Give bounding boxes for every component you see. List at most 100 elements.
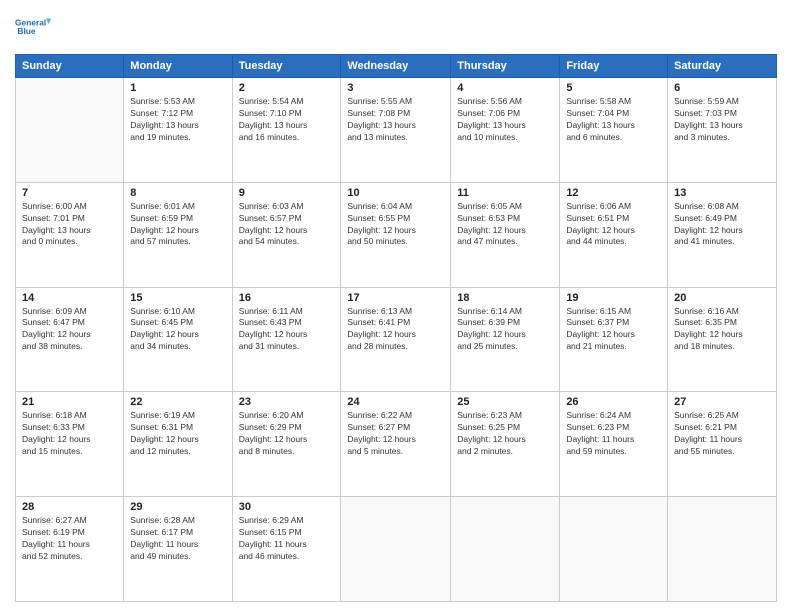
day-number: 18 [457, 292, 553, 304]
day-detail: Sunrise: 5:54 AMSunset: 7:10 PMDaylight:… [239, 96, 335, 144]
day-number: 22 [130, 396, 225, 408]
day-number: 9 [239, 187, 335, 199]
calendar-cell: 18 Sunrise: 6:14 AMSunset: 6:39 PMDayligh… [451, 287, 560, 392]
calendar-cell [668, 497, 777, 602]
calendar-cell: 8 Sunrise: 6:01 AMSunset: 6:59 PMDaylight… [124, 182, 232, 287]
calendar-cell [560, 497, 668, 602]
day-number: 6 [674, 82, 770, 94]
calendar-cell: 6 Sunrise: 5:59 AMSunset: 7:03 PMDaylight… [668, 78, 777, 183]
calendar-cell: 28 Sunrise: 6:27 AMSunset: 6:19 PMDayligh… [16, 497, 124, 602]
day-detail: Sunrise: 6:19 AMSunset: 6:31 PMDaylight:… [130, 410, 225, 458]
calendar-day-header: Monday [124, 55, 232, 78]
day-number: 12 [566, 187, 661, 199]
day-detail: Sunrise: 6:29 AMSunset: 6:15 PMDaylight:… [239, 515, 335, 563]
calendar-day-header: Saturday [668, 55, 777, 78]
day-number: 10 [347, 187, 444, 199]
day-number: 14 [22, 292, 117, 304]
calendar-table: SundayMondayTuesdayWednesdayThursdayFrid… [15, 54, 777, 602]
day-detail: Sunrise: 6:22 AMSunset: 6:27 PMDaylight:… [347, 410, 444, 458]
calendar-day-header: Wednesday [341, 55, 451, 78]
calendar-cell: 23 Sunrise: 6:20 AMSunset: 6:29 PMDayligh… [232, 392, 341, 497]
day-number: 13 [674, 187, 770, 199]
day-detail: Sunrise: 6:08 AMSunset: 6:49 PMDaylight:… [674, 201, 770, 249]
calendar-cell: 7Sunrise: 6:00 AMSunset: 7:01 PMDaylight… [16, 182, 124, 287]
calendar-cell [451, 497, 560, 602]
calendar-cell: 21 Sunrise: 6:18 AMSunset: 6:33 PMDayligh… [16, 392, 124, 497]
day-detail: Sunrise: 6:24 AMSunset: 6:23 PMDaylight:… [566, 410, 661, 458]
calendar-cell: 14 Sunrise: 6:09 AMSunset: 6:47 PMDayligh… [16, 287, 124, 392]
day-detail: Sunrise: 6:14 AMSunset: 6:39 PMDaylight:… [457, 306, 553, 354]
day-number: 8 [130, 187, 225, 199]
day-detail: Sunrise: 5:56 AMSunset: 7:06 PMDaylight:… [457, 96, 553, 144]
day-detail: Sunrise: 6:20 AMSunset: 6:29 PMDaylight:… [239, 410, 335, 458]
page-header: General Blue [15, 10, 777, 46]
day-detail: Sunrise: 6:05 AMSunset: 6:53 PMDaylight:… [457, 201, 553, 249]
day-detail: Sunrise: 6:25 AMSunset: 6:21 PMDaylight:… [674, 410, 770, 458]
calendar-header-row: SundayMondayTuesdayWednesdayThursdayFrid… [16, 55, 777, 78]
day-number: 19 [566, 292, 661, 304]
day-detail: Sunrise: 6:10 AMSunset: 6:45 PMDaylight:… [130, 306, 225, 354]
calendar-cell: 4 Sunrise: 5:56 AMSunset: 7:06 PMDaylight… [451, 78, 560, 183]
day-number: 30 [239, 501, 335, 513]
calendar-week-row: 21 Sunrise: 6:18 AMSunset: 6:33 PMDayligh… [16, 392, 777, 497]
calendar-cell: 2 Sunrise: 5:54 AMSunset: 7:10 PMDaylight… [232, 78, 341, 183]
day-number: 21 [22, 396, 117, 408]
logo-svg: General Blue [15, 10, 51, 46]
day-detail: Sunrise: 6:09 AMSunset: 6:47 PMDaylight:… [22, 306, 117, 354]
day-number: 17 [347, 292, 444, 304]
calendar-cell: 20 Sunrise: 6:16 AMSunset: 6:35 PMDayligh… [668, 287, 777, 392]
day-number: 4 [457, 82, 553, 94]
day-detail: Sunrise: 6:18 AMSunset: 6:33 PMDaylight:… [22, 410, 117, 458]
calendar-day-header: Sunday [16, 55, 124, 78]
day-detail: Sunrise: 6:13 AMSunset: 6:41 PMDaylight:… [347, 306, 444, 354]
calendar-cell: 15 Sunrise: 6:10 AMSunset: 6:45 PMDayligh… [124, 287, 232, 392]
day-detail: Sunrise: 6:04 AMSunset: 6:55 PMDaylight:… [347, 201, 444, 249]
calendar-day-header: Thursday [451, 55, 560, 78]
day-number: 23 [239, 396, 335, 408]
calendar-cell: 9 Sunrise: 6:03 AMSunset: 6:57 PMDaylight… [232, 182, 341, 287]
day-detail: Sunrise: 6:27 AMSunset: 6:19 PMDaylight:… [22, 515, 117, 563]
calendar-cell: 25 Sunrise: 6:23 AMSunset: 6:25 PMDayligh… [451, 392, 560, 497]
day-number: 16 [239, 292, 335, 304]
calendar-cell [341, 497, 451, 602]
day-number: 3 [347, 82, 444, 94]
day-detail: Sunrise: 6:01 AMSunset: 6:59 PMDaylight:… [130, 201, 225, 249]
day-number: 25 [457, 396, 553, 408]
svg-text:Blue: Blue [17, 26, 36, 36]
day-number: 28 [22, 501, 117, 513]
calendar-day-header: Friday [560, 55, 668, 78]
logo: General Blue [15, 10, 51, 46]
day-detail: Sunrise: 6:06 AMSunset: 6:51 PMDaylight:… [566, 201, 661, 249]
day-number: 26 [566, 396, 661, 408]
calendar-cell: 5Sunrise: 5:58 AMSunset: 7:04 PMDaylight… [560, 78, 668, 183]
calendar-week-row: 7Sunrise: 6:00 AMSunset: 7:01 PMDaylight… [16, 182, 777, 287]
day-detail: Sunrise: 5:59 AMSunset: 7:03 PMDaylight:… [674, 96, 770, 144]
calendar-cell: 10 Sunrise: 6:04 AMSunset: 6:55 PMDayligh… [341, 182, 451, 287]
day-detail: Sunrise: 6:16 AMSunset: 6:35 PMDaylight:… [674, 306, 770, 354]
day-number: 2 [239, 82, 335, 94]
day-number: 24 [347, 396, 444, 408]
day-detail: Sunrise: 6:03 AMSunset: 6:57 PMDaylight:… [239, 201, 335, 249]
calendar-cell: 17 Sunrise: 6:13 AMSunset: 6:41 PMDayligh… [341, 287, 451, 392]
calendar-cell: 1 Sunrise: 5:53 AMSunset: 7:12 PMDaylight… [124, 78, 232, 183]
day-detail: Sunrise: 6:23 AMSunset: 6:25 PMDaylight:… [457, 410, 553, 458]
day-number: 20 [674, 292, 770, 304]
calendar-cell: 22 Sunrise: 6:19 AMSunset: 6:31 PMDayligh… [124, 392, 232, 497]
day-detail: Sunrise: 6:28 AMSunset: 6:17 PMDaylight:… [130, 515, 225, 563]
calendar-day-header: Tuesday [232, 55, 341, 78]
day-number: 29 [130, 501, 225, 513]
day-number: 27 [674, 396, 770, 408]
calendar-cell: 19Sunrise: 6:15 AMSunset: 6:37 PMDayligh… [560, 287, 668, 392]
day-number: 1 [130, 82, 225, 94]
day-detail: Sunrise: 5:58 AMSunset: 7:04 PMDaylight:… [566, 96, 661, 144]
calendar-cell [16, 78, 124, 183]
day-number: 15 [130, 292, 225, 304]
calendar-week-row: 14 Sunrise: 6:09 AMSunset: 6:47 PMDayligh… [16, 287, 777, 392]
calendar-cell: 27 Sunrise: 6:25 AMSunset: 6:21 PMDayligh… [668, 392, 777, 497]
day-detail: Sunrise: 5:53 AMSunset: 7:12 PMDaylight:… [130, 96, 225, 144]
calendar-cell: 26 Sunrise: 6:24 AMSunset: 6:23 PMDayligh… [560, 392, 668, 497]
calendar-week-row: 28 Sunrise: 6:27 AMSunset: 6:19 PMDayligh… [16, 497, 777, 602]
day-number: 7 [22, 187, 117, 199]
day-number: 11 [457, 187, 553, 199]
calendar-cell: 24 Sunrise: 6:22 AMSunset: 6:27 PMDayligh… [341, 392, 451, 497]
